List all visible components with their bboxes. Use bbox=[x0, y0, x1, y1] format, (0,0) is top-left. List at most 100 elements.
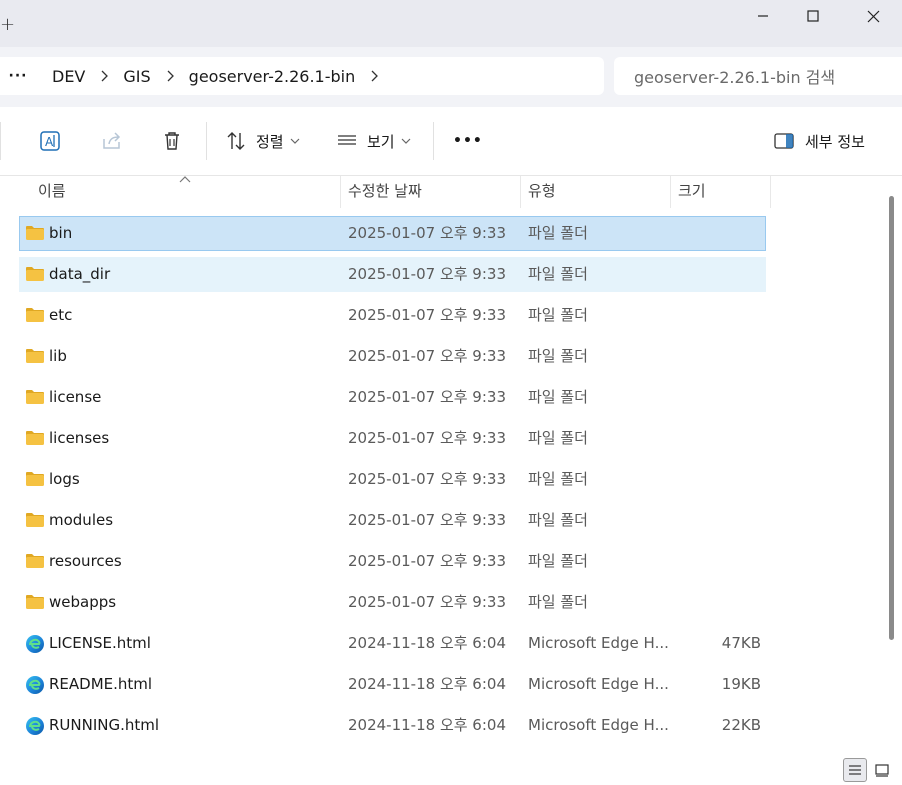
new-tab-button[interactable]: + bbox=[0, 14, 15, 35]
share-button[interactable] bbox=[100, 125, 124, 157]
column-type[interactable]: 유형 bbox=[520, 176, 670, 208]
file-name: LICENSE.html bbox=[49, 634, 151, 652]
file-name: webapps bbox=[49, 593, 117, 611]
file-name: license bbox=[49, 388, 102, 406]
file-name: etc bbox=[49, 306, 73, 324]
file-modified: 2025-01-07 오후 9:33 bbox=[348, 429, 506, 447]
folder-icon bbox=[25, 511, 45, 531]
file-size: 19KB bbox=[721, 675, 761, 693]
rename-button[interactable]: A bbox=[38, 125, 64, 157]
file-row[interactable]: LICENSE.html 2024-11-18 오후 6:04 Microsoft … bbox=[19, 626, 766, 661]
file-row[interactable]: data_dir 2025-01-07 오후 9:33 파일 폴더 bbox=[19, 257, 766, 292]
file-name: resources bbox=[49, 552, 122, 570]
folder-icon bbox=[25, 306, 45, 326]
file-row[interactable]: lib 2025-01-07 오후 9:33 파일 폴더 bbox=[19, 339, 766, 374]
sort-button[interactable]: 정렬 bbox=[224, 125, 302, 157]
file-modified: 2025-01-07 오후 9:33 bbox=[348, 511, 506, 529]
file-type: 파일 폴더 bbox=[528, 552, 588, 570]
file-name: data_dir bbox=[49, 265, 111, 283]
tiles-view-icon bbox=[875, 764, 889, 777]
file-type: 파일 폴더 bbox=[528, 224, 588, 242]
folder-icon bbox=[25, 552, 45, 572]
file-modified: 2024-11-18 오후 6:04 bbox=[348, 634, 506, 652]
column-header: 이름 수정한 날짜 유형 크기 bbox=[0, 176, 880, 208]
svg-text:A: A bbox=[45, 135, 54, 149]
file-row[interactable]: README.html 2024-11-18 오후 6:04 Microsoft E… bbox=[19, 667, 766, 702]
address-bar: ··· DEV GIS geoserver-2.26.1-bin geoserv… bbox=[0, 47, 902, 107]
minimize-button[interactable] bbox=[740, 0, 786, 32]
file-modified: 2025-01-07 오후 9:33 bbox=[348, 552, 506, 570]
file-size: 22KB bbox=[721, 716, 761, 734]
more-options-button[interactable]: ••• bbox=[453, 125, 483, 157]
rename-icon: A bbox=[40, 131, 60, 151]
maximize-button[interactable] bbox=[790, 0, 836, 32]
file-modified: 2025-01-07 오후 9:33 bbox=[348, 224, 506, 242]
file-row[interactable]: RUNNING.html 2024-11-18 오후 6:04 Microsoft … bbox=[19, 708, 766, 743]
file-modified: 2025-01-07 오후 9:33 bbox=[348, 306, 506, 324]
large-icons-view-button[interactable] bbox=[870, 758, 894, 782]
column-modified[interactable]: 수정한 날짜 bbox=[340, 176, 520, 208]
chevron-right-icon[interactable] bbox=[155, 70, 185, 82]
folder-icon bbox=[25, 224, 45, 244]
folder-icon bbox=[25, 593, 45, 613]
file-name: lib bbox=[49, 347, 67, 365]
folder-icon bbox=[25, 429, 45, 449]
details-view-button[interactable] bbox=[843, 758, 867, 782]
file-row[interactable]: license 2025-01-07 오후 9:33 파일 폴더 bbox=[19, 380, 766, 415]
breadcrumb-item-geoserver[interactable]: geoserver-2.26.1-bin bbox=[185, 67, 360, 86]
folder-icon bbox=[25, 347, 45, 367]
view-button[interactable]: 보기 bbox=[335, 125, 413, 157]
file-type: 파일 폴더 bbox=[528, 470, 588, 488]
chevron-down-icon bbox=[401, 138, 411, 144]
file-row[interactable]: bin 2025-01-07 오후 9:33 파일 폴더 bbox=[19, 216, 766, 251]
file-size bbox=[660, 586, 761, 619]
file-type: Microsoft Edge H... bbox=[528, 716, 669, 734]
file-size bbox=[660, 463, 761, 496]
file-name: modules bbox=[49, 511, 114, 529]
file-row[interactable]: webapps 2025-01-07 오후 9:33 파일 폴더 bbox=[19, 585, 766, 620]
breadcrumb-item-gis[interactable]: GIS bbox=[119, 67, 154, 86]
breadcrumb[interactable]: ··· DEV GIS geoserver-2.26.1-bin bbox=[0, 57, 604, 95]
file-modified: 2025-01-07 오후 9:33 bbox=[348, 593, 506, 611]
chevron-right-icon[interactable] bbox=[89, 70, 119, 82]
file-type: 파일 폴더 bbox=[528, 429, 588, 447]
title-bar: + bbox=[0, 0, 902, 47]
details-pane-button[interactable]: 세부 정보 bbox=[773, 125, 865, 157]
delete-button[interactable] bbox=[160, 125, 184, 157]
file-type: 파일 폴더 bbox=[528, 511, 588, 529]
file-modified: 2025-01-07 오후 9:33 bbox=[348, 347, 506, 365]
folder-icon bbox=[25, 470, 45, 490]
file-modified: 2025-01-07 오후 9:33 bbox=[348, 265, 506, 283]
list-view-icon bbox=[338, 135, 356, 145]
edge-icon bbox=[25, 675, 45, 695]
edge-icon bbox=[25, 634, 45, 654]
file-size bbox=[660, 340, 761, 373]
folder-icon bbox=[25, 388, 45, 408]
file-name: README.html bbox=[49, 675, 153, 693]
breadcrumb-item-dev[interactable]: DEV bbox=[48, 67, 89, 86]
scrollbar-thumb[interactable] bbox=[889, 196, 894, 640]
file-row[interactable]: logs 2025-01-07 오후 9:33 파일 폴더 bbox=[19, 462, 766, 497]
breadcrumb-overflow-button[interactable]: ··· bbox=[0, 68, 36, 84]
chevron-right-icon[interactable] bbox=[359, 70, 389, 82]
file-row[interactable]: etc 2025-01-07 오후 9:33 파일 폴더 bbox=[19, 298, 766, 333]
file-row[interactable]: modules 2025-01-07 오후 9:33 파일 폴더 bbox=[19, 503, 766, 538]
details-view-icon bbox=[849, 765, 861, 775]
file-size: 47KB bbox=[721, 634, 761, 652]
close-button[interactable] bbox=[850, 0, 896, 32]
file-row[interactable]: resources 2025-01-07 오후 9:33 파일 폴더 bbox=[19, 544, 766, 579]
file-size bbox=[660, 217, 761, 250]
minimize-icon bbox=[758, 15, 768, 17]
file-modified: 2025-01-07 오후 9:33 bbox=[348, 470, 506, 488]
file-type: Microsoft Edge H... bbox=[528, 634, 669, 652]
column-size[interactable]: 크기 bbox=[670, 176, 770, 208]
file-name: logs bbox=[49, 470, 80, 488]
column-name[interactable]: 이름 bbox=[30, 176, 340, 208]
search-input[interactable]: geoserver-2.26.1-bin 검색 bbox=[614, 57, 902, 95]
edge-icon bbox=[25, 716, 45, 736]
file-row[interactable]: licenses 2025-01-07 오후 9:33 파일 폴더 bbox=[19, 421, 766, 456]
trash-icon bbox=[165, 132, 179, 150]
file-size bbox=[660, 258, 761, 291]
chevron-down-icon bbox=[290, 138, 300, 144]
sort-label: 정렬 bbox=[256, 132, 284, 151]
